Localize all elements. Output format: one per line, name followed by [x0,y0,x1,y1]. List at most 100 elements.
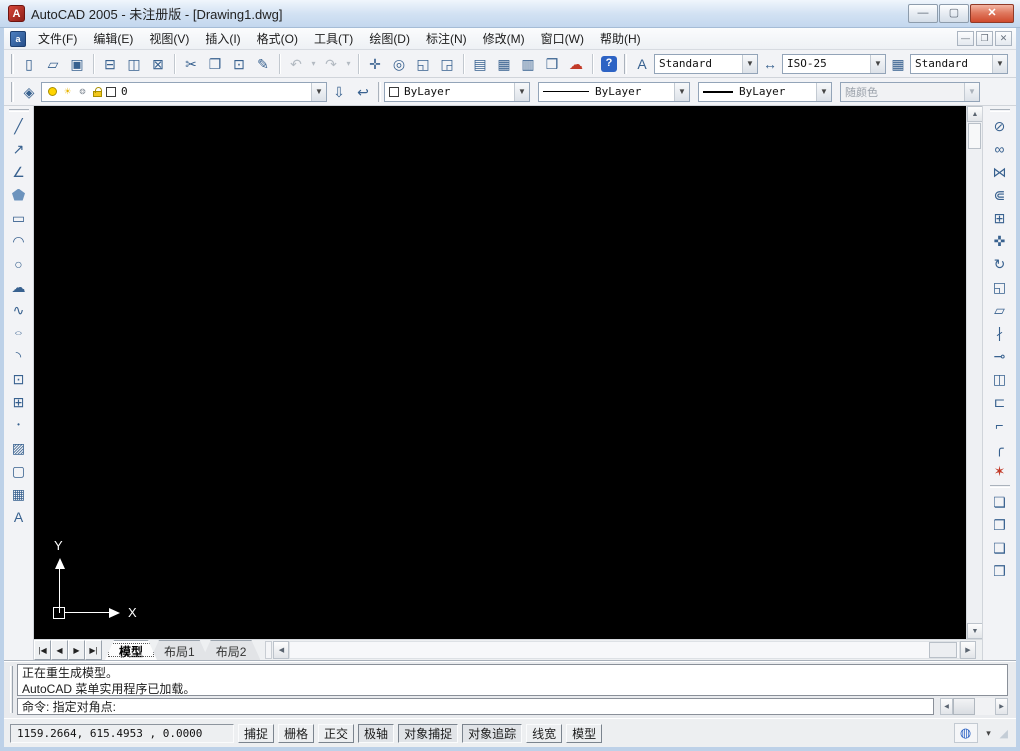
point-icon[interactable]: • [7,413,31,436]
doc-restore-button[interactable]: ❐ [976,31,993,46]
open-file-icon[interactable]: ▱ [41,52,65,76]
menu-draw[interactable]: 绘图(D) [361,28,418,49]
break-at-point-icon[interactable]: ◫ [988,367,1012,390]
toolbar-grip[interactable] [11,82,14,102]
table-style-icon[interactable]: ▦ [886,52,910,76]
menu-view[interactable]: 视图(V) [141,28,197,49]
send-to-back-icon[interactable]: ❐ [988,513,1012,536]
doc-minimize-button[interactable]: — [957,31,974,46]
toolbar-grip[interactable] [624,54,627,74]
command-history[interactable]: 正在重生成模型。 AutoCAD 菜单实用程序已加载。 [17,664,1008,696]
command-window-grip[interactable] [10,666,13,713]
combo-arrow-icon[interactable]: ▼ [674,83,689,101]
designcenter-icon[interactable]: ▦ [492,52,516,76]
move-icon[interactable]: ✜ [988,229,1012,252]
markup-set-manager-icon[interactable]: ☁ [564,52,588,76]
dim-style-icon[interactable]: ↔ [758,52,782,76]
maximize-button[interactable]: ▢ [939,4,969,23]
extend-icon[interactable]: ⊸ [988,344,1012,367]
minimize-button[interactable]: — [908,4,938,23]
horizontal-scrollbar[interactable]: ◀ ▶ [265,640,982,660]
menu-dimension[interactable]: 标注(N) [418,28,475,49]
copy-object-icon[interactable]: ∞ [988,137,1012,160]
copy-icon[interactable]: ❐ [203,52,227,76]
lineweight-combo[interactable]: ByLayer ▼ [698,82,832,102]
scroll-down-icon[interactable]: ▼ [967,623,983,639]
tab-scroll-splitter[interactable] [265,641,272,659]
cut-icon[interactable]: ✂ [179,52,203,76]
menu-window[interactable]: 窗口(W) [533,28,592,49]
scroll-right-icon[interactable]: ▶ [995,698,1008,715]
menu-format[interactable]: 格式(O) [249,28,306,49]
region-icon[interactable]: ▢ [7,459,31,482]
resize-grip-icon[interactable]: ◢ [1000,727,1008,740]
bring-above-objects-icon[interactable]: ❑ [988,536,1012,559]
mirror-icon[interactable]: ⋈ [988,160,1012,183]
pan-icon[interactable]: ✛ [363,52,387,76]
toolbar-grip[interactable] [9,109,29,112]
undo-dropdown-icon[interactable]: ▾ [308,52,319,76]
layer-on-off-icon[interactable] [46,87,59,96]
linetype-combo[interactable]: ByLayer ▼ [538,82,690,102]
redo-dropdown-icon[interactable]: ▾ [343,52,354,76]
toolbar-grip[interactable] [990,109,1010,112]
match-properties-icon[interactable]: ✎ [251,52,275,76]
redo-icon[interactable]: ↷ [319,52,343,76]
insert-block-icon[interactable]: ⊡ [7,367,31,390]
combo-arrow-icon[interactable]: ▼ [816,83,831,101]
rotate-icon[interactable]: ↻ [988,252,1012,275]
zoom-window-icon[interactable]: ◱ [411,52,435,76]
dim-style-combo[interactable]: ISO-25 ▼ [782,54,886,74]
menu-help[interactable]: 帮助(H) [592,28,649,49]
circle-icon[interactable]: ○ [7,252,31,275]
layer-properties-manager-icon[interactable]: ◈ [17,80,41,104]
zoom-previous-icon[interactable]: ◲ [435,52,459,76]
scale-icon[interactable]: ◱ [988,275,1012,298]
make-block-icon[interactable]: ⊞ [7,390,31,413]
send-under-objects-icon[interactable]: ❒ [988,559,1012,582]
tab-layout2[interactable]: 布局2 [202,640,261,660]
spline-icon[interactable]: ∿ [7,298,31,321]
scroll-right-icon[interactable]: ▶ [960,641,976,659]
tab-layout1[interactable]: 布局1 [150,640,209,660]
scroll-up-icon[interactable]: ▲ [967,106,983,122]
text-style-icon[interactable]: A [630,52,654,76]
toggle-snap[interactable]: 捕捉 [238,724,274,743]
tab-prev-button[interactable]: ◀ [51,640,68,660]
status-tray-dropdown-icon[interactable]: ▾ [982,728,996,739]
properties-icon[interactable]: ▤ [468,52,492,76]
layer-plot-icon[interactable]: ❂ [76,86,89,97]
toolbar-grip[interactable] [11,54,14,74]
scroll-left-icon[interactable]: ◀ [940,698,953,715]
horizontal-scroll-track[interactable] [289,641,960,659]
combo-arrow-icon[interactable]: ▼ [311,83,326,101]
tab-first-button[interactable]: |◀ [34,640,51,660]
menu-file[interactable]: 文件(F) [30,28,85,49]
tab-model[interactable]: 模型 [105,640,157,660]
trim-icon[interactable]: ∤ [988,321,1012,344]
toolbar-grip[interactable] [990,485,1010,488]
vertical-scroll-track[interactable] [967,150,982,623]
undo-icon[interactable]: ↶ [284,52,308,76]
doc-close-button[interactable]: ✕ [995,31,1012,46]
construction-line-icon[interactable]: ↗ [7,137,31,160]
revision-cloud-icon[interactable]: ☁ [7,275,31,298]
publish-icon[interactable]: ⊠ [146,52,170,76]
combo-arrow-icon[interactable]: ▼ [742,55,757,73]
stretch-icon[interactable]: ▱ [988,298,1012,321]
communication-center-icon[interactable]: ◍ [954,723,978,743]
menu-edit[interactable]: 编辑(E) [85,28,141,49]
erase-icon[interactable]: ⊘ [988,114,1012,137]
toggle-model[interactable]: 模型 [566,724,602,743]
horizontal-scroll-thumb[interactable] [929,642,957,658]
vertical-scrollbar[interactable]: ▲ ▼ [966,106,982,639]
toggle-lineweight[interactable]: 线宽 [526,724,562,743]
toggle-polar[interactable]: 极轴 [358,724,394,743]
mini-scroll-thumb[interactable] [953,698,975,715]
command-input[interactable]: 命令: 指定对角点: [17,698,934,715]
vertical-scroll-thumb[interactable] [968,123,981,149]
print-preview-icon[interactable]: ◫ [122,52,146,76]
fillet-icon[interactable]: ╭ [988,436,1012,459]
scroll-left-icon[interactable]: ◀ [273,641,289,659]
zoom-realtime-icon[interactable]: ◎ [387,52,411,76]
